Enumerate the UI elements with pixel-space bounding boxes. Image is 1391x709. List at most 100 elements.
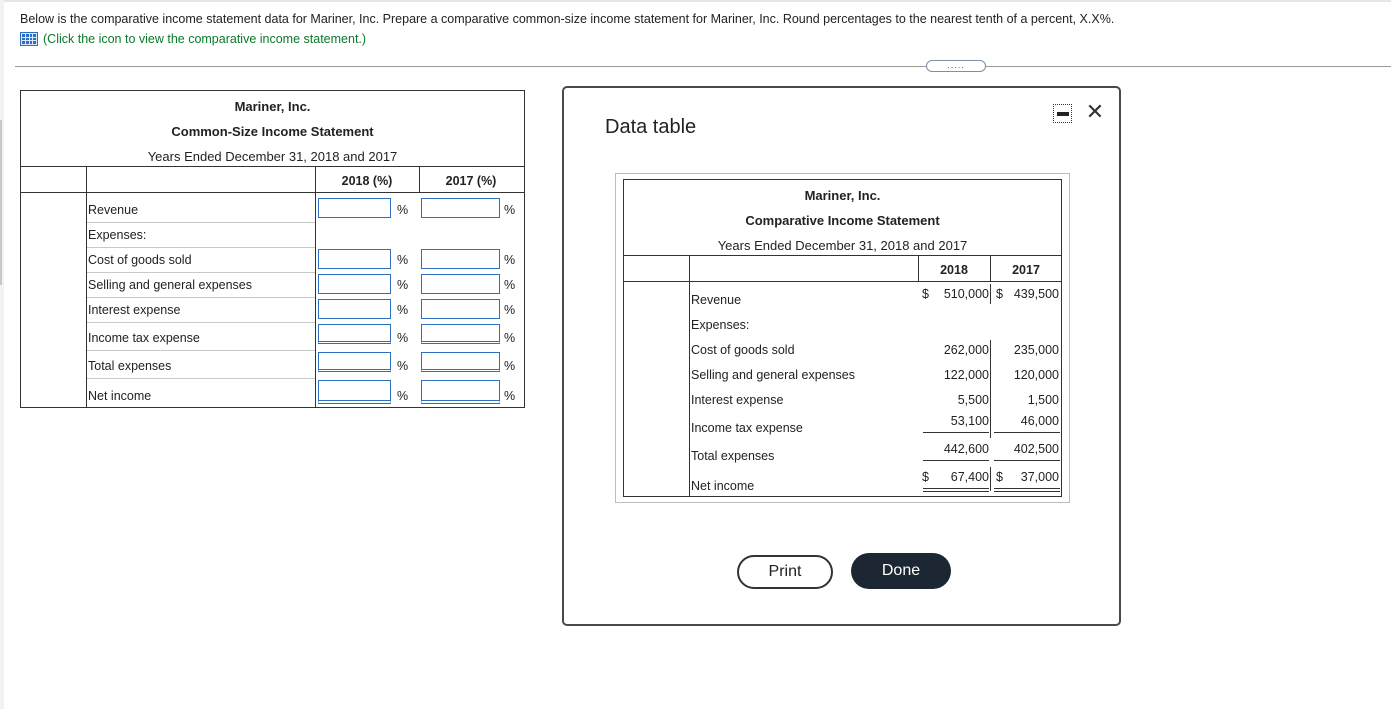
row-label-cogs: Cost of goods sold [88,253,192,267]
table-grid-icon[interactable] [20,32,38,46]
percent-sign: % [504,359,516,373]
common-size-header: Mariner, Inc. Common-Size Income Stateme… [21,91,524,166]
total-expenses-2018-value: 442,600 [943,442,989,456]
row-separator [87,272,315,273]
cogs-2018-value: 262,000 [943,343,989,357]
percent-sign: % [504,331,516,345]
minimize-icon [1056,111,1069,116]
row-label-interest: Interest expense [88,303,181,317]
currency-symbol: $ [922,470,929,484]
data-statement-title: Comparative Income Statement [745,213,940,228]
left-rail [0,0,4,709]
more-options-pill[interactable]: ..... [926,60,986,72]
total-expenses-2017-input[interactable] [421,352,500,372]
data-label-expenses: Expenses: [691,318,750,332]
data-label-interest: Interest expense [691,393,784,407]
row-separator [87,297,315,298]
revenue-2017-input[interactable] [421,198,500,218]
row-separator [87,322,315,323]
top-border [0,0,1391,2]
col-2018-line [315,166,316,407]
left-rail-mark [0,120,2,285]
header-rule [21,166,524,167]
percent-sign: % [397,331,409,345]
percent-sign: % [397,203,409,217]
data-table-frame: Mariner, Inc. Comparative Income Stateme… [615,173,1070,503]
interest-2018-input[interactable] [318,299,391,319]
income-tax-2018-input[interactable] [318,324,391,344]
percent-sign: % [397,359,409,373]
double-underline [923,488,989,492]
percent-sign: % [397,253,409,267]
data-table-modal: Data table ✕ Mariner, Inc. Comparative I… [562,86,1121,626]
column-header-2018: 2018 (%) [341,174,393,188]
data-label-selling-general: Selling and general expenses [691,368,856,382]
section-divider [15,66,1391,67]
row-label-net-income: Net income [88,389,152,403]
interest-2017-input[interactable] [421,299,500,319]
row-label-revenue: Revenue [88,203,139,217]
cogs-2017-input[interactable] [421,249,500,269]
row-label-selling-general: Selling and general expenses [88,278,253,292]
col-2017-line [419,166,420,192]
data-column-2017: 2017 [1012,263,1040,277]
view-statement-link[interactable]: (Click the icon to view the comparative … [43,32,366,46]
double-underline [994,488,1060,492]
label-column-line [689,255,690,496]
selling-general-2018-value: 122,000 [943,368,989,382]
print-button[interactable]: Print [737,555,833,589]
company-name: Mariner, Inc. [234,99,311,114]
view-statement-link-row[interactable]: (Click the icon to view the comparative … [20,32,366,46]
row-separator [87,378,315,379]
revenue-2017-value: 439,500 [1013,287,1059,301]
cell-divider [990,467,991,491]
data-statement-period: Years Ended December 31, 2018 and 2017 [717,238,968,253]
interest-2017-value: 1,500 [1027,393,1059,407]
minimize-button[interactable] [1053,104,1072,123]
row-label-total-expenses: Total expenses [88,359,172,373]
modal-title: Data table [605,116,697,138]
statement-period: Years Ended December 31, 2018 and 2017 [147,149,398,164]
data-company-name: Mariner, Inc. [804,188,881,203]
net-income-2017-input[interactable] [421,380,500,404]
cogs-2017-value: 235,000 [1013,343,1059,357]
selling-general-2018-input[interactable] [318,274,391,294]
done-button[interactable]: Done [851,553,951,589]
selling-general-2017-value: 120,000 [1013,368,1059,382]
data-label-income-tax: Income tax expense [691,421,803,435]
percent-sign: % [397,389,409,403]
percent-sign: % [504,303,516,317]
data-label-revenue: Revenue [691,293,742,307]
income-tax-2017-value: 46,000 [1020,414,1059,428]
selling-general-2017-input[interactable] [421,274,500,294]
percent-sign: % [504,253,516,267]
row-label-income-tax: Income tax expense [88,331,200,345]
revenue-2018-input[interactable] [318,198,391,218]
currency-symbol: $ [996,287,1003,301]
currency-symbol: $ [996,470,1003,484]
col-2017-line [990,255,991,281]
currency-symbol: $ [922,287,929,301]
subtotal-underline [994,432,1060,433]
data-label-cogs: Cost of goods sold [691,343,795,357]
common-size-table: Mariner, Inc. Common-Size Income Stateme… [20,90,525,408]
row-separator [87,350,315,351]
instructions-text: Below is the comparative income statemen… [20,12,1115,26]
revenue-2018-value: 510,000 [943,287,989,301]
cogs-2018-input[interactable] [318,249,391,269]
cell-divider [990,340,991,438]
income-tax-2018-value: 53,100 [950,414,989,428]
income-tax-2017-input[interactable] [421,324,500,344]
statement-title: Common-Size Income Statement [171,124,374,139]
total-expenses-2017-value: 402,500 [1013,442,1059,456]
total-expenses-2018-input[interactable] [318,352,391,372]
cell-divider [990,284,991,304]
data-label-net-income: Net income [691,479,755,493]
close-icon[interactable]: ✕ [1084,101,1106,124]
row-separator [87,247,315,248]
column-header-2017: 2017 (%) [445,174,497,188]
net-income-2018-input[interactable] [318,380,391,404]
column-header-rule [21,192,524,193]
row-separator [87,222,315,223]
percent-sign: % [397,278,409,292]
